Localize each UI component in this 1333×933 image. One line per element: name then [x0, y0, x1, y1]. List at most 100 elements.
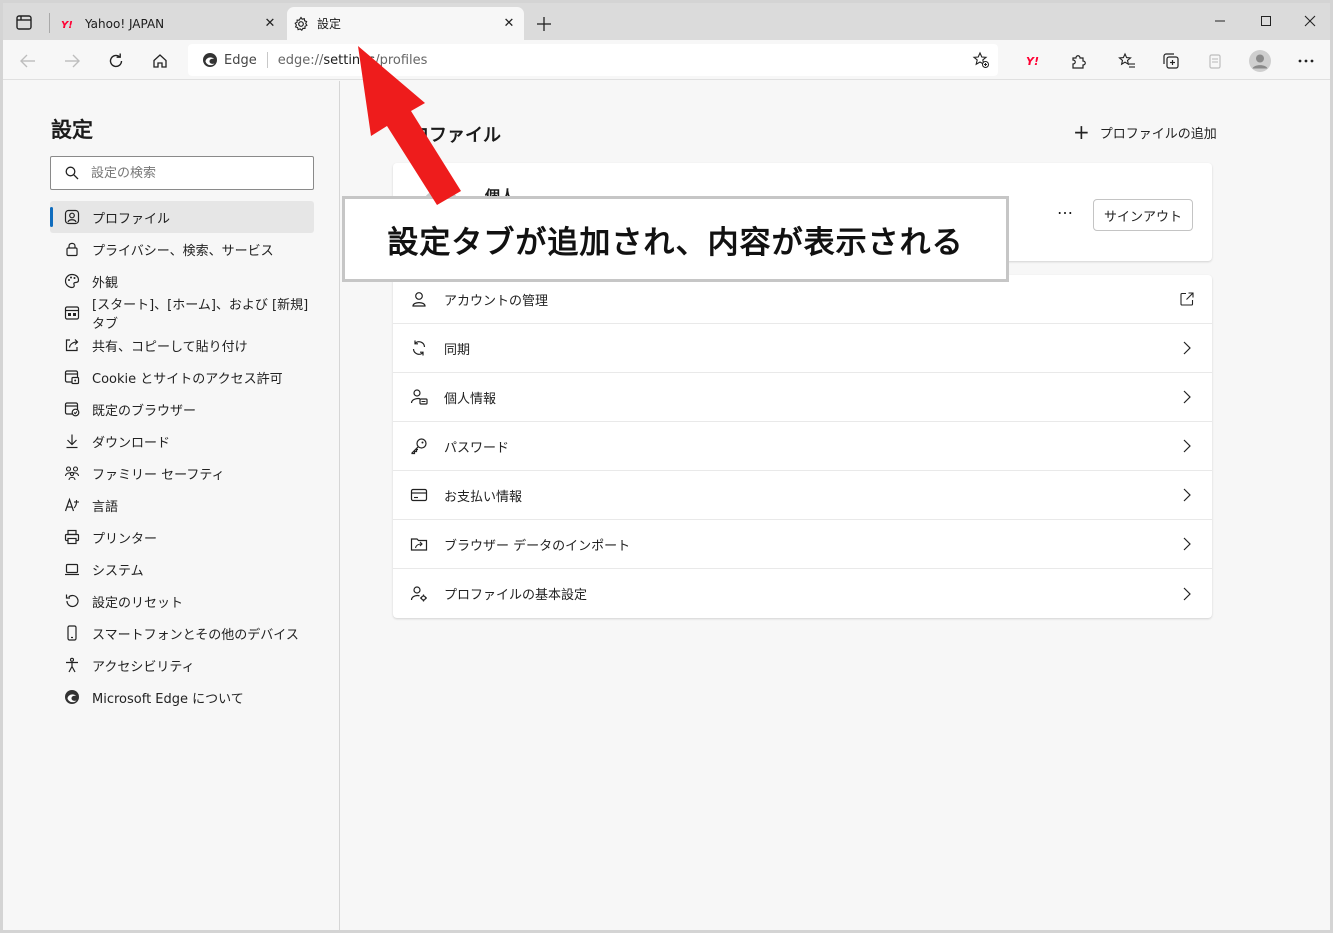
external-link-icon: [1180, 292, 1194, 306]
chevron-right-icon: [1180, 390, 1194, 404]
settings-item-passwords[interactable]: パスワード: [393, 422, 1212, 471]
profile-settings-icon: [410, 585, 428, 603]
browser-window: Y! Yahoo! JAPAN ✕ 設定 ✕ Edge edge://setti…: [3, 3, 1330, 930]
printer-icon: [64, 529, 80, 545]
tab-actions-icon[interactable]: [11, 11, 37, 35]
favorites-icon[interactable]: [1113, 47, 1141, 75]
newtab-icon: [64, 305, 80, 321]
settings-item-label: 同期: [444, 342, 471, 358]
sidebar-item-label: プライバシー、検索、サービス: [92, 243, 274, 259]
add-profile-label: プロファイルの追加: [1099, 126, 1217, 142]
omnibox-divider: [266, 52, 268, 68]
tab-title: 設定: [317, 17, 342, 31]
settings-item-label: プロファイルの基本設定: [444, 588, 588, 603]
search-icon: [65, 166, 79, 180]
sidebar-item-phone-devices[interactable]: スマートフォンとその他のデバイス: [50, 617, 314, 649]
settings-item-manage-account[interactable]: アカウントの管理: [393, 275, 1212, 324]
key-icon: [410, 437, 428, 455]
close-tab-icon[interactable]: ✕: [261, 15, 279, 33]
profile-avatar-icon[interactable]: [1246, 47, 1274, 75]
minimize-button[interactable]: [1197, 9, 1243, 33]
settings-item-sync[interactable]: 同期: [393, 324, 1212, 373]
settings-search-input[interactable]: [91, 165, 281, 181]
sidebar-item-family-safety[interactable]: ファミリー セーフティ: [50, 457, 314, 489]
chevron-right-icon: [1180, 537, 1194, 551]
back-button[interactable]: [14, 47, 42, 75]
sidebar-item-label: 共有、コピーして貼り付け: [92, 339, 248, 355]
address-bar[interactable]: Edge edge://settings/profiles: [188, 44, 998, 76]
sidebar-item-label: 設定のリセット: [92, 595, 184, 611]
gear-icon: [293, 16, 309, 32]
tab-yahoo[interactable]: Y! Yahoo! JAPAN ✕: [55, 7, 285, 40]
add-profile-button[interactable]: + プロファイルの追加: [1073, 122, 1217, 142]
lock-icon: [64, 241, 80, 257]
settings-sidebar: 設定 プロファイル プライバシー、検索、サービス 外観 [スタート]、[ホ: [3, 81, 340, 930]
sidebar-item-cookies-permissions[interactable]: Cookie とサイトのアクセス許可: [50, 361, 314, 393]
accessibility-icon: [64, 657, 80, 673]
settings-item-profile-preferences[interactable]: プロファイルの基本設定: [393, 569, 1212, 618]
sidebar-item-profiles[interactable]: プロファイル: [50, 201, 314, 233]
tab-settings[interactable]: 設定 ✕: [287, 7, 524, 40]
sidebar-item-accessibility[interactable]: アクセシビリティ: [50, 649, 314, 681]
language-icon: [64, 497, 80, 513]
forward-button[interactable]: [58, 47, 86, 75]
sidebar-item-appearance[interactable]: 外観: [50, 265, 314, 297]
sidebar-item-languages[interactable]: 言語: [50, 489, 314, 521]
close-window-button[interactable]: [1287, 9, 1330, 33]
sidebar-item-label: システム: [92, 563, 144, 579]
signout-button[interactable]: サインアウト: [1093, 199, 1193, 231]
svg-text:Y!: Y!: [1026, 55, 1039, 68]
more-options-button[interactable]: …: [1057, 199, 1074, 218]
laptop-icon: [64, 561, 80, 577]
sidebar-item-label: [スタート]、[ホーム]、および [新規] タブ: [92, 298, 309, 332]
yahoo-extension-icon[interactable]: Y!: [1020, 47, 1048, 75]
sidebar-item-label: ファミリー セーフティ: [92, 467, 225, 483]
sidebar-item-start-home-newtab[interactable]: [スタート]、[ホーム]、および [新規] タブ: [50, 297, 314, 332]
share-icon: [64, 337, 80, 353]
settings-item-personal-info[interactable]: 個人情報: [393, 373, 1212, 422]
sidebar-title: 設定: [51, 118, 93, 142]
sidebar-item-about-edge[interactable]: Microsoft Edge について: [50, 681, 314, 713]
settings-item-label: お支払い情報: [444, 489, 523, 505]
collections-icon[interactable]: [1157, 47, 1185, 75]
download-icon: [64, 433, 80, 449]
person-icon: [410, 290, 428, 308]
sidebar-item-label: Cookie とサイトのアクセス許可: [92, 371, 283, 387]
phone-icon: [64, 625, 80, 641]
family-icon: [64, 465, 80, 481]
sidebar-item-label: アクセシビリティ: [92, 659, 195, 675]
sidebar-item-share-copy-paste[interactable]: 共有、コピーして貼り付け: [50, 329, 314, 361]
card-icon: [410, 486, 428, 504]
sidebar-item-label: ダウンロード: [92, 435, 171, 451]
settings-item-import-data[interactable]: ブラウザー データのインポート: [393, 520, 1212, 569]
profile-icon: [64, 209, 80, 225]
new-tab-button[interactable]: [531, 11, 557, 37]
home-button[interactable]: [146, 47, 174, 75]
sidebar-item-label: スマートフォンとその他のデバイス: [92, 627, 299, 643]
sidebar-item-label: プリンター: [92, 531, 158, 547]
sidebar-item-printers[interactable]: プリンター: [50, 521, 314, 553]
chevron-right-icon: [1180, 341, 1194, 355]
sidebar-item-privacy[interactable]: プライバシー、検索、サービス: [50, 233, 314, 265]
add-favorite-icon[interactable]: [972, 51, 990, 69]
settings-item-label: 個人情報: [444, 391, 497, 407]
menu-icon[interactable]: [1292, 47, 1320, 75]
settings-item-payment-info[interactable]: お支払い情報: [393, 471, 1212, 520]
settings-search-box[interactable]: [50, 156, 314, 190]
edge-icon: [202, 52, 218, 68]
sidebar-item-reset[interactable]: 設定のリセット: [50, 585, 314, 617]
extensions-icon[interactable]: [1064, 47, 1092, 75]
refresh-button[interactable]: [102, 47, 130, 75]
palette-icon: [64, 273, 80, 289]
settings-item-label: ブラウザー データのインポート: [444, 538, 631, 554]
close-tab-icon[interactable]: ✕: [500, 15, 518, 33]
sidebar-item-system[interactable]: システム: [50, 553, 314, 585]
maximize-button[interactable]: [1243, 9, 1289, 33]
settings-item-label: アカウントの管理: [444, 293, 549, 309]
sidebar-item-default-browser[interactable]: 既定のブラウザー: [50, 393, 314, 425]
sidebar-item-downloads[interactable]: ダウンロード: [50, 425, 314, 457]
annotation-arrow: [358, 46, 461, 205]
browser-essentials-icon[interactable]: [1201, 47, 1229, 75]
plus-icon: +: [1073, 120, 1090, 144]
personal-info-icon: [410, 388, 428, 406]
